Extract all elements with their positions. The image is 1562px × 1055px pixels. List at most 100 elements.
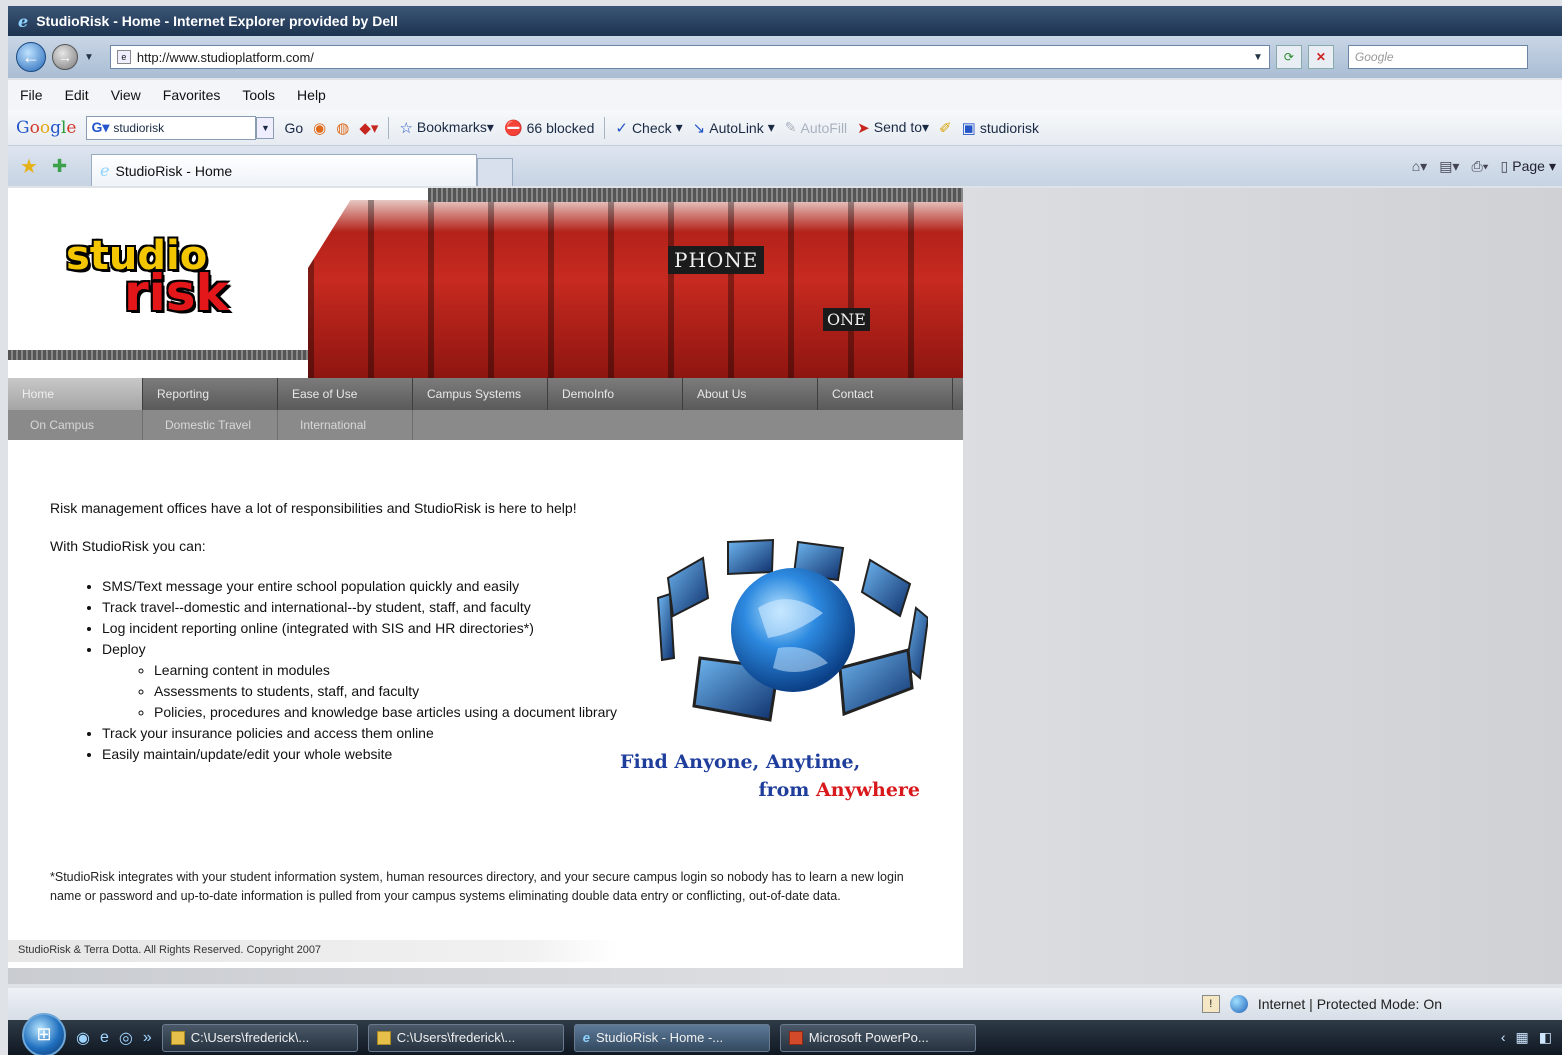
system-tray: ‹ ▦ ◧ <box>1501 1029 1562 1046</box>
quicklaunch-explorer-icon[interactable]: ◎ <box>119 1028 133 1048</box>
autofill-button[interactable]: ✎ AutoFill <box>785 119 847 136</box>
zone-status-text[interactable]: Internet | Protected Mode: On <box>1258 996 1442 1012</box>
tagline-line1: Find Anyone, Anytime, <box>620 751 861 773</box>
list-item: Track travel--domestic and international… <box>102 597 642 618</box>
menu-tools[interactable]: Tools <box>242 87 275 103</box>
spell-check-button[interactable]: ✓ Check ▾ <box>615 119 682 137</box>
url-text: http://www.studioplatform.com/ <box>136 49 314 65</box>
nav-contact[interactable]: Contact <box>818 378 953 410</box>
google-go-button[interactable]: Go <box>284 120 303 136</box>
primary-nav: Home Reporting Ease of Use Campus System… <box>8 378 963 410</box>
favorites-star-icon[interactable]: ★ <box>20 154 38 179</box>
taskbar-label: Microsoft PowerPo... <box>808 1030 929 1045</box>
copyright-footer: StudioRisk & Terra Dotta. All Rights Res… <box>8 940 618 962</box>
status-bar: ! Internet | Protected Mode: On <box>8 988 1562 1020</box>
intro-text: Risk management offices have a lot of re… <box>50 500 577 516</box>
bookmarks-button[interactable]: ☆ Bookmarks▾ <box>399 119 494 137</box>
menu-view[interactable]: View <box>111 87 141 103</box>
studiorisk-logo[interactable]: studio risk <box>66 236 229 318</box>
highlight-term-label: studiorisk <box>979 119 1039 136</box>
list-item: Track your insurance policies and access… <box>102 723 642 744</box>
ie-icon: e <box>582 1030 590 1045</box>
tray-expand-icon[interactable]: ‹ <box>1501 1029 1506 1046</box>
tab-studiorisk-home[interactable]: e StudioRisk - Home <box>91 154 478 186</box>
subnav-domestic-travel[interactable]: Domestic Travel <box>143 410 278 440</box>
toolbar-separator <box>388 116 390 139</box>
chevron-down-icon: ▾ <box>675 119 683 135</box>
subnav-on-campus[interactable]: On Campus <box>8 410 143 440</box>
list-item: Log incident reporting online (integrate… <box>102 618 642 639</box>
page-menu-button[interactable]: ▯ Page ▾ <box>1501 158 1556 175</box>
popup-status-icon[interactable]: ! <box>1201 995 1220 1013</box>
address-bar: ← → ▼ e http://www.studioplatform.com/ ▼… <box>8 36 1562 78</box>
popup-blocker-button[interactable]: ⛔ 66 blocked <box>504 119 594 137</box>
stop-button[interactable]: ✕ <box>1307 45 1334 69</box>
nav-ease-of-use[interactable]: Ease of Use <box>278 378 413 410</box>
search-input[interactable]: Google <box>1347 45 1528 69</box>
deploy-sublist: Learning content in modules Assessments … <box>154 660 624 723</box>
chevron-down-icon: ▾ <box>767 119 775 135</box>
autolink-button[interactable]: ↘ AutoLink ▾ <box>693 119 775 137</box>
nav-about-us[interactable]: About Us <box>683 378 818 410</box>
home-icon[interactable]: ⌂▾ <box>1412 158 1427 175</box>
taskbar-label: C:\Users\frederick\... <box>190 1030 310 1045</box>
web-page: PHONE ONE studio risk Home Reporting Eas… <box>8 188 963 968</box>
google-logo-icon: Google <box>16 117 77 138</box>
google-g-icon: G▾ <box>91 119 110 135</box>
highlight-icon[interactable]: ✐ <box>939 119 952 137</box>
nav-demoinfo[interactable]: DemoInfo <box>548 378 683 410</box>
pagerank-icon[interactable]: ◉ <box>313 119 326 137</box>
page-label: Page <box>1512 158 1545 174</box>
google-search-input[interactable]: G▾ studiorisk <box>86 115 257 140</box>
news-icon[interactable]: ◆▾ <box>359 119 378 137</box>
new-tab-button[interactable] <box>477 158 514 186</box>
menu-file[interactable]: File <box>20 87 43 103</box>
send-to-button[interactable]: ➤ Send to▾ <box>857 119 929 137</box>
add-favorite-icon[interactable]: ✚ <box>52 156 67 177</box>
taskbar-folder-2[interactable]: C:\Users\frederick\... <box>367 1023 564 1052</box>
start-button[interactable]: ⊞ <box>22 1012 66 1055</box>
nav-home[interactable]: Home <box>8 378 143 410</box>
subnav-international[interactable]: International <box>278 410 413 440</box>
refresh-button[interactable]: ⟳ <box>1275 45 1302 69</box>
quicklaunch-desktop-icon[interactable]: ◉ <box>76 1028 90 1048</box>
feeds-icon[interactable]: ▤▾ <box>1439 158 1459 175</box>
search-term-icon: ▣ <box>961 119 976 137</box>
page-icon: e <box>116 50 131 64</box>
search-term-button[interactable]: ▣ studiorisk <box>962 119 1039 137</box>
menu-edit[interactable]: Edit <box>65 87 89 103</box>
back-button[interactable]: ← <box>16 42 46 72</box>
tab-bar: ★ ✚ e StudioRisk - Home ⌂▾ ▤▾ ⎙▾ ▯ Page ▾ <box>8 146 1562 186</box>
phone-sign-2: ONE <box>823 308 870 331</box>
page-menu-icon: ▯ <box>1500 157 1509 174</box>
folder-icon <box>376 1030 391 1045</box>
taskbar-folder-1[interactable]: C:\Users\frederick\... <box>161 1023 358 1052</box>
google-search-value: studiorisk <box>113 120 165 135</box>
print-icon[interactable]: ⎙▾ <box>1471 158 1488 175</box>
forward-button[interactable]: → <box>52 44 78 70</box>
history-dropdown-icon[interactable]: ▼ <box>84 52 94 63</box>
blocked-label: 66 blocked <box>526 119 595 136</box>
sub-list-item: Assessments to students, staff, and facu… <box>154 681 624 702</box>
quicklaunch-ie-icon[interactable]: e <box>100 1029 109 1047</box>
url-dropdown-icon[interactable]: ▼ <box>1253 52 1263 63</box>
taskbar-label: C:\Users\frederick\... <box>396 1030 516 1045</box>
url-field[interactable]: e http://www.studioplatform.com/ ▼ <box>109 45 1270 69</box>
globe-screens-graphic <box>656 538 928 722</box>
nav-campus-systems[interactable]: Campus Systems <box>413 378 548 410</box>
powerpoint-icon <box>788 1030 803 1045</box>
google-search-dropdown-icon[interactable]: ▼ <box>256 116 275 139</box>
browser-viewport: PHONE ONE studio risk Home Reporting Eas… <box>8 188 1562 984</box>
taskbar-powerpoint[interactable]: Microsoft PowerPo... <box>779 1023 976 1052</box>
ie-logo-icon: e <box>18 11 29 31</box>
window-title: StudioRisk - Home - Internet Explorer pr… <box>36 13 398 29</box>
menu-help[interactable]: Help <box>297 87 326 103</box>
nav-reporting[interactable]: Reporting <box>143 378 278 410</box>
gmail-icon[interactable]: ◍ <box>336 119 349 137</box>
autofill-icon: ✎ <box>784 119 797 135</box>
tray-volume-icon[interactable]: ◧ <box>1539 1029 1552 1046</box>
taskbar-ie-window[interactable]: e StudioRisk - Home -... <box>573 1023 770 1052</box>
quicklaunch-overflow-icon[interactable]: » <box>143 1029 152 1047</box>
tray-network-icon[interactable]: ▦ <box>1516 1029 1529 1046</box>
menu-favorites[interactable]: Favorites <box>163 87 221 103</box>
